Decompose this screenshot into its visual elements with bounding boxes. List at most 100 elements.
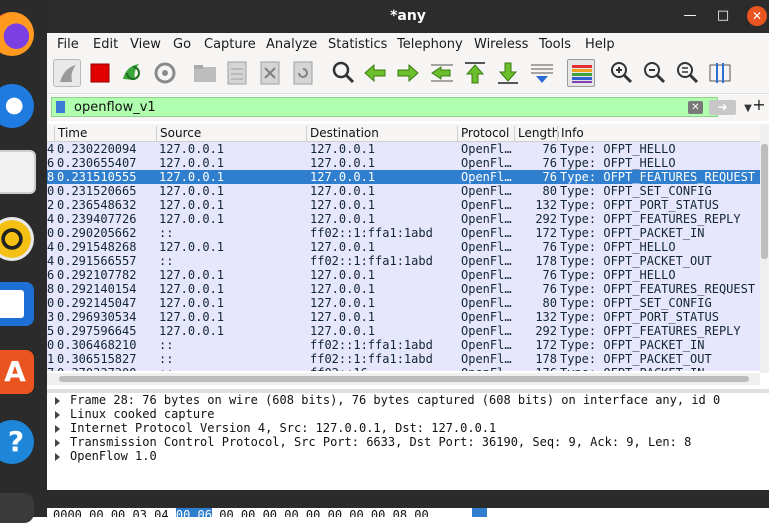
software-center-icon[interactable]: A xyxy=(0,350,34,394)
packet-length: 172 xyxy=(535,338,557,352)
menu-analyze[interactable]: Analyze xyxy=(266,37,317,52)
bytes-splitter[interactable] xyxy=(47,490,769,508)
writer-icon[interactable] xyxy=(0,282,34,326)
table-row[interactable]: 0 0.231520665 127.0.0.1 127.0.0.1 OpenFl… 80 T… xyxy=(47,184,760,198)
restart-capture-icon[interactable] xyxy=(118,59,146,87)
table-row[interactable]: 8 0.292140154 127.0.0.1 127.0.0.1 OpenFl… 76 T… xyxy=(47,282,760,296)
open-file-icon[interactable] xyxy=(191,59,219,87)
column-destination[interactable]: Destination xyxy=(306,126,458,141)
table-row[interactable]: 6 0.230655407 127.0.0.1 127.0.0.1 OpenFl… 76 T… xyxy=(47,156,760,170)
packet-list-horizontal-scrollbar[interactable] xyxy=(47,373,760,385)
maximize-button[interactable]: □ xyxy=(712,6,734,26)
apply-filter-icon[interactable]: ➜ xyxy=(709,100,736,115)
column-info[interactable]: Info xyxy=(557,126,761,141)
table-row[interactable]: 0 0.306468210:: ff02::1:ffa1:1abd OpenFl… 17… xyxy=(47,338,760,352)
colorize-icon[interactable] xyxy=(567,59,595,87)
table-row[interactable]: 0 0.292145047 127.0.0.1 127.0.0.1 OpenFl… 80 T… xyxy=(47,296,760,310)
rhythmbox-icon[interactable] xyxy=(0,217,34,261)
table-row[interactable]: 0 0.290205662:: ff02::1:ffa1:1abd OpenFl… 17… xyxy=(47,226,760,240)
firefox-icon[interactable] xyxy=(0,12,34,56)
table-row[interactable]: 1 0.306515827:: ff02::1:ffa1:1abd OpenFl… 17… xyxy=(47,352,760,366)
first-packet-icon[interactable] xyxy=(461,59,489,87)
show-apps-icon[interactable] xyxy=(0,493,34,523)
table-row[interactable]: 4 0.291566557:: ff02::1:ffa1:1abd OpenFl… 17… xyxy=(47,254,760,268)
help-icon[interactable]: ? xyxy=(0,420,34,464)
start-capture-icon[interactable] xyxy=(53,59,81,87)
auto-scroll-icon[interactable] xyxy=(528,59,556,87)
table-row[interactable]: 4 0.230220094 127.0.0.1 127.0.0.1 OpenFl… 76 T… xyxy=(47,142,760,156)
bytes-line[interactable]: 0000 00 00 03 04 00 06 00 00 00 00 00 00… xyxy=(53,508,566,517)
expand-arrow-icon[interactable] xyxy=(55,452,60,461)
menu-telephony[interactable]: Telephony xyxy=(397,37,463,52)
save-file-icon[interactable] xyxy=(223,59,251,87)
menu-view[interactable]: View xyxy=(130,37,161,52)
packet-time: 0.291548268 xyxy=(57,240,137,254)
display-filter-input[interactable]: openflow_v1 ✕ ➜ ▼ xyxy=(51,97,752,117)
capture-options-icon[interactable] xyxy=(151,59,179,87)
menu-file[interactable]: File xyxy=(57,37,79,52)
menu-edit[interactable]: Edit xyxy=(93,37,118,52)
close-file-icon[interactable] xyxy=(256,59,284,87)
column-protocol[interactable]: Protocol xyxy=(457,126,515,141)
packet-protocol: OpenFl… xyxy=(461,310,512,324)
detail-frame[interactable]: Frame 28: 76 bytes on wire (608 bits), 7… xyxy=(55,393,720,407)
menu-bar: File Edit View Go Capture Analyze Statis… xyxy=(47,33,769,55)
vertical-scroll-thumb[interactable] xyxy=(761,144,768,259)
table-row[interactable]: 3 0.296930534 127.0.0.1 127.0.0.1 OpenFl… 132… xyxy=(47,310,760,324)
column-time[interactable]: Time xyxy=(54,126,155,141)
menu-tools[interactable]: Tools xyxy=(539,37,571,52)
zoom-reset-icon[interactable] xyxy=(673,59,701,87)
menu-capture[interactable]: Capture xyxy=(204,37,256,52)
horizontal-scroll-thumb[interactable] xyxy=(59,376,749,382)
expand-arrow-icon[interactable] xyxy=(55,438,60,447)
packet-info: Type: OFPT_FEATURES_REQUEST xyxy=(560,282,756,296)
go-to-packet-icon[interactable] xyxy=(428,59,456,87)
detail-linux-cooked[interactable]: Linux cooked capture xyxy=(55,407,215,421)
packet-list-vertical-scrollbar[interactable] xyxy=(760,124,769,373)
thunderbird-icon[interactable] xyxy=(0,84,34,128)
packet-length: 178 xyxy=(535,254,557,268)
detail-openflow-text: OpenFlow 1.0 xyxy=(70,449,157,463)
table-row[interactable]: 2 0.236548632 127.0.0.1 127.0.0.1 OpenFl… 132… xyxy=(47,198,760,212)
packet-length: 76 xyxy=(542,268,557,282)
column-length[interactable]: Length xyxy=(514,126,559,141)
detail-ipv4[interactable]: Internet Protocol Version 4, Src: 127.0.… xyxy=(55,421,496,435)
packet-source: 127.0.0.1 xyxy=(159,296,225,310)
packet-number: 2 xyxy=(47,198,55,212)
menu-help[interactable]: Help xyxy=(585,37,615,52)
table-row[interactable]: 6 0.292107782 127.0.0.1 127.0.0.1 OpenFl… 76 T… xyxy=(47,268,760,282)
table-row[interactable]: 4 0.239407726 127.0.0.1 127.0.0.1 OpenFl… 292… xyxy=(47,212,760,226)
packet-list[interactable]: Time Source Destination Protocol Length … xyxy=(47,124,769,389)
menu-statistics[interactable]: Statistics xyxy=(328,37,387,52)
table-row[interactable]: 4 0.291548268 127.0.0.1 127.0.0.1 OpenFl… 76 T… xyxy=(47,240,760,254)
zoom-in-icon[interactable] xyxy=(607,59,635,87)
table-row[interactable]: 5 0.297596645 127.0.0.1 127.0.0.1 OpenFl… 292… xyxy=(47,324,760,338)
bookmark-icon[interactable] xyxy=(56,101,65,113)
filter-text[interactable]: openflow_v1 xyxy=(74,100,156,115)
packet-destination: 127.0.0.1 xyxy=(310,212,376,226)
resize-columns-icon[interactable] xyxy=(706,59,734,87)
add-filter-button-icon[interactable]: + xyxy=(752,95,766,115)
close-button[interactable]: ✕ xyxy=(747,6,767,26)
detail-tcp[interactable]: Transmission Control Protocol, Src Port:… xyxy=(55,435,691,449)
expand-arrow-icon[interactable] xyxy=(55,396,60,405)
go-back-icon[interactable] xyxy=(361,59,389,87)
find-packet-icon[interactable] xyxy=(329,59,357,87)
menu-go[interactable]: Go xyxy=(173,37,191,52)
table-row[interactable]: 70.370337300::ff02::16OpenFl…176Type: OF… xyxy=(47,366,760,371)
last-packet-icon[interactable] xyxy=(494,59,522,87)
table-row-selected[interactable]: 8 0.231510555 127.0.0.1 127.0.0.1 OpenFl… 76 T… xyxy=(47,170,760,184)
column-source[interactable]: Source xyxy=(156,126,308,141)
clear-filter-icon[interactable]: ✕ xyxy=(688,101,703,114)
detail-openflow[interactable]: OpenFlow 1.0 xyxy=(55,449,157,463)
files-icon[interactable] xyxy=(0,150,36,194)
expand-arrow-icon[interactable] xyxy=(55,410,60,419)
minimize-button[interactable]: — xyxy=(679,6,701,26)
expand-arrow-icon[interactable] xyxy=(55,424,60,433)
zoom-out-icon[interactable] xyxy=(640,59,668,87)
reload-file-icon[interactable] xyxy=(289,59,317,87)
stop-capture-icon[interactable] xyxy=(86,59,114,87)
menu-wireless[interactable]: Wireless xyxy=(474,37,528,52)
go-forward-icon[interactable] xyxy=(394,59,422,87)
display-filter-bar: openflow_v1 ✕ ➜ ▼ + xyxy=(47,95,769,121)
